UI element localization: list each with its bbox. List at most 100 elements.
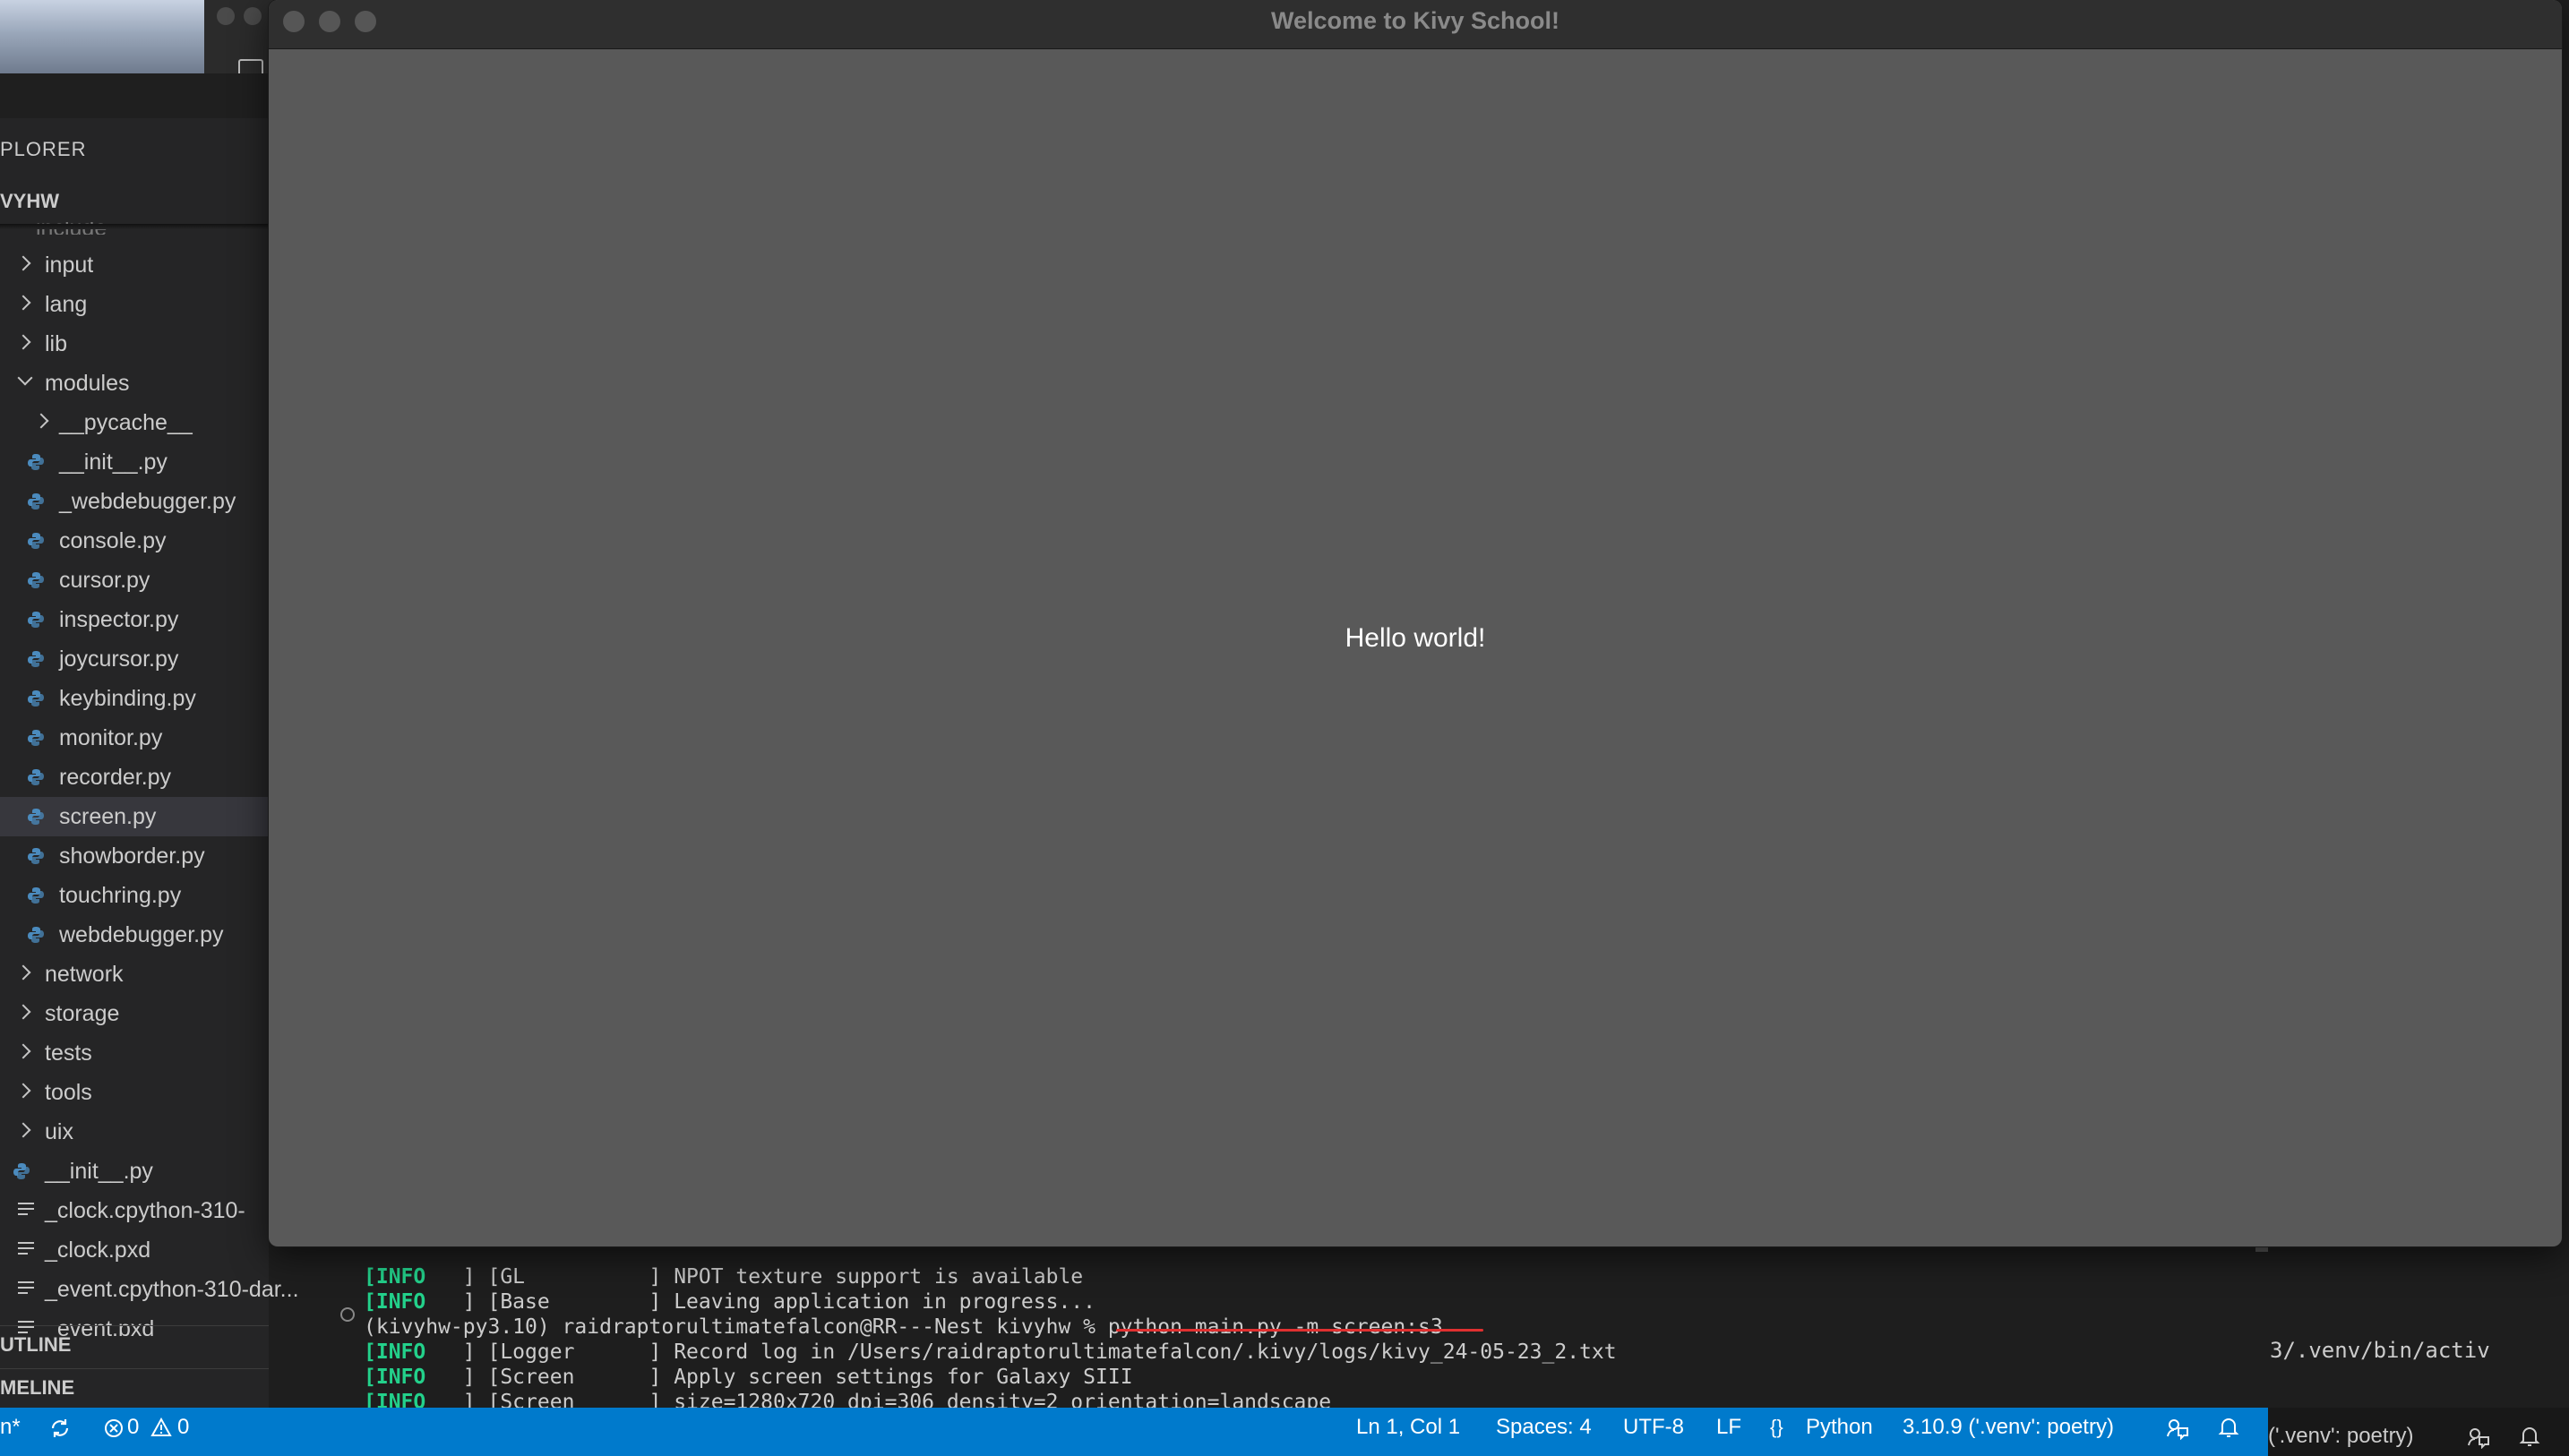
window-minimize-dot[interactable] <box>244 7 262 25</box>
tree-item-label: showborder.py <box>59 844 205 869</box>
secondary-interpreter[interactable]: ('.venv': poetry) <box>2268 1417 2414 1456</box>
sync-icon[interactable] <box>48 1417 72 1440</box>
tree-folder[interactable]: network <box>0 955 269 994</box>
error-icon[interactable] <box>104 1418 124 1438</box>
python-file-icon <box>28 533 44 549</box>
tree-file[interactable]: inspector.py <box>0 600 269 639</box>
python-file-icon <box>13 1163 30 1179</box>
kivy-titlebar[interactable]: Welcome to Kivy School! <box>269 0 2562 49</box>
kivy-app-window[interactable]: Welcome to Kivy School! Hello world! <box>269 0 2562 1246</box>
status-branch[interactable]: n* <box>0 1408 21 1447</box>
tree-file[interactable]: __init__.py <box>0 442 269 482</box>
prompt-status-circle-icon <box>340 1307 355 1322</box>
tree-item-label: __pycache__ <box>59 410 193 435</box>
tree-folder[interactable]: storage <box>0 994 269 1033</box>
text-file-icon <box>18 1203 34 1219</box>
tree-folder[interactable]: uix <box>0 1112 269 1152</box>
warning-count[interactable]: 0 <box>177 1408 189 1447</box>
feedback-icon[interactable] <box>2166 1417 2189 1440</box>
language-mode[interactable]: Python <box>1806 1408 1873 1447</box>
outline-section-header[interactable]: UTLINE <box>0 1325 269 1364</box>
tree-item-label: lang <box>45 292 88 317</box>
cursor-position[interactable]: Ln 1, Col 1 <box>1356 1408 1460 1447</box>
tree-file[interactable]: recorder.py <box>0 758 269 797</box>
python-file-icon <box>28 809 44 825</box>
terminal-line: [INFO ] [Base ] Leaving application in p… <box>364 1290 1095 1314</box>
tree-file[interactable]: joycursor.py <box>0 639 269 679</box>
tree-file[interactable]: _clock.pxd <box>0 1230 269 1270</box>
project-title[interactable]: VYHW <box>0 190 59 213</box>
tree-item-label: tests <box>45 1041 92 1066</box>
python-file-icon <box>28 651 44 667</box>
chevron-right-icon <box>15 334 31 350</box>
tree-file[interactable]: _event.cpython-310-dar... <box>0 1270 299 1309</box>
python-interpreter[interactable]: 3.10.9 ('.venv': poetry) <box>1903 1408 2114 1447</box>
tree-item-label: joycursor.py <box>59 647 179 672</box>
encoding-setting[interactable]: UTF-8 <box>1623 1408 1684 1447</box>
tree-folder[interactable]: tests <box>0 1033 269 1073</box>
tree-folder[interactable]: lang <box>0 285 269 324</box>
tree-item-label: input <box>45 253 94 278</box>
tree-file[interactable]: touchring.py <box>0 876 269 915</box>
timeline-section-header[interactable]: MELINE <box>0 1368 269 1407</box>
bell-icon[interactable] <box>2218 1416 2239 1439</box>
indentation-setting[interactable]: Spaces: 4 <box>1496 1408 1592 1447</box>
tree-item-label: _webdebugger.py <box>59 489 236 514</box>
braces-icon[interactable]: {} <box>1770 1408 1783 1447</box>
tree-item-label: __init__.py <box>45 1159 153 1184</box>
error-count[interactable]: 0 <box>127 1408 139 1447</box>
python-file-icon <box>28 848 44 864</box>
explorer-title: PLORER <box>0 138 87 160</box>
command-underline <box>1116 1329 1483 1332</box>
tree-item-label: webdebugger.py <box>59 922 224 947</box>
tree-item-label: uix <box>45 1119 73 1144</box>
chevron-down-icon <box>17 370 33 386</box>
tree-item-label: _clock.pxd <box>45 1238 151 1263</box>
hello-label: Hello world! <box>1345 623 1486 653</box>
tree-file[interactable]: cursor.py <box>0 561 269 600</box>
python-file-icon <box>28 612 44 628</box>
tree-folder[interactable]: tools <box>0 1073 269 1112</box>
tree-folder[interactable]: modules <box>0 364 269 403</box>
tree-file[interactable]: console.py <box>0 521 269 561</box>
feedback-icon[interactable] <box>2467 1426 2490 1449</box>
tree-item-label: __init__.py <box>59 450 168 475</box>
tree-item-label: network <box>45 962 124 987</box>
warning-icon[interactable] <box>150 1417 172 1437</box>
text-file-icon <box>18 1281 34 1298</box>
eol-setting[interactable]: LF <box>1716 1408 1741 1447</box>
status-bar: n* 0 0 Ln 1, Col 1 Spaces: 4 UTF-8 LF {}… <box>0 1408 2569 1456</box>
chevron-right-icon <box>15 255 31 271</box>
secondary-terminal-text: 3/.venv/bin/activ <box>2270 1338 2490 1363</box>
tree-file[interactable]: _clock.cpython-310- <box>0 1191 269 1230</box>
python-file-icon <box>28 572 44 588</box>
tree-file[interactable]: keybinding.py <box>0 679 269 718</box>
tree-file[interactable]: __init__.py <box>0 1152 269 1191</box>
tree-file[interactable]: _webdebugger.py <box>0 482 269 521</box>
tree-file[interactable]: screen.py <box>0 797 269 836</box>
tree-file[interactable]: webdebugger.py <box>0 915 269 955</box>
terminal-panel[interactable]: [INFO ] [Base ] Start application main l… <box>328 1234 2270 1414</box>
tree-file[interactable]: showborder.py <box>0 836 269 876</box>
python-file-icon <box>28 454 44 470</box>
text-file-icon <box>18 1242 34 1258</box>
tree-item-label: console.py <box>59 528 167 553</box>
tree-file[interactable]: monitor.py <box>0 718 269 758</box>
chevron-right-icon <box>15 295 31 311</box>
tree-folder[interactable]: input <box>0 245 269 285</box>
chevron-right-icon <box>15 1083 31 1099</box>
tree-item-label: recorder.py <box>59 765 172 790</box>
tree-folder[interactable]: lib <box>0 324 269 364</box>
tree-folder[interactable]: __pycache__ <box>0 403 269 442</box>
tree-item-label: inspector.py <box>59 607 179 632</box>
bell-icon[interactable] <box>2519 1425 2540 1448</box>
secondary-terminal[interactable] <box>2268 1241 2569 1408</box>
tree-item-label: modules <box>45 371 130 396</box>
python-file-icon <box>28 887 44 904</box>
window-close-dot[interactable] <box>217 7 235 25</box>
terminal-line: [INFO ] [Screen ] Apply screen settings … <box>364 1366 1133 1389</box>
chevron-right-icon <box>15 964 31 981</box>
secondary-status-bar: ('.venv': poetry) <box>2268 1408 2569 1456</box>
python-file-icon <box>28 769 44 785</box>
chevron-right-icon <box>15 1043 31 1059</box>
